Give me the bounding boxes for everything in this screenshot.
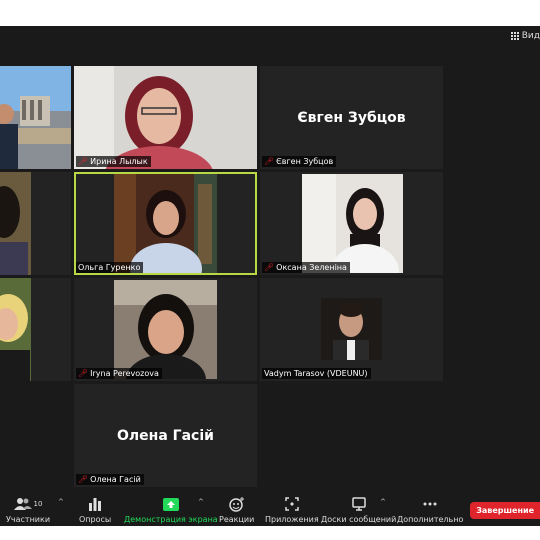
apps-label: Приложения (265, 515, 319, 524)
participant-tile-3[interactable]: Євген Зубцов 🎤︎ Євген Зубцов (260, 66, 443, 169)
participant-video (114, 174, 217, 273)
participant-video (302, 174, 403, 273)
participants-button[interactable]: 10 Участники (6, 492, 50, 524)
more-label: Дополнительно (397, 515, 464, 524)
participant-name-tag: Ольга Гуренко (76, 262, 144, 273)
apps-button[interactable]: Приложения (265, 492, 319, 524)
participant-tile-8[interactable]: 🎤︎ Iryna Perevozova (74, 278, 257, 381)
more-icon (423, 496, 437, 512)
participant-video (0, 66, 71, 169)
participant-name: Iryna Perevozova (90, 369, 159, 378)
participant-name-tag: 🎤︎ Ирина Лылык (76, 156, 151, 167)
share-screen-label: Демонстрация экрана (124, 515, 218, 524)
participant-video (0, 172, 71, 275)
muted-mic-icon: 🎤︎ (78, 474, 89, 484)
participants-label: Участники (6, 515, 51, 524)
participant-name-tag: 🎤︎ Євген Зубцов (262, 156, 337, 167)
polls-button[interactable]: Опросы (79, 492, 111, 524)
participant-video (74, 66, 257, 169)
participant-name: Vadym Tarasov (VDEUNU) (264, 369, 368, 378)
grid-view-icon (510, 32, 519, 40)
participant-tile-6[interactable]: 🎤︎ Оксана Зеленіна (260, 172, 443, 275)
muted-mic-icon: 🎤︎ (264, 156, 275, 166)
share-screen-button[interactable]: Демонстрация экрана (124, 492, 218, 524)
participants-count: 10 (33, 500, 43, 508)
participant-name-tag: Vadym Tarasov (VDEUNU) (262, 368, 371, 379)
participant-name: Ирина Лылык (90, 157, 148, 166)
participant-video (0, 278, 71, 381)
muted-mic-icon: 🎤︎ (264, 262, 275, 272)
participant-tile-10[interactable]: Олена Гасій 🎤︎ Олена Гасій (74, 384, 257, 487)
end-meeting-button[interactable]: Завершение (470, 502, 540, 519)
polls-label: Опросы (79, 515, 112, 524)
participants-icon: 10 (13, 496, 43, 512)
polls-icon (88, 496, 102, 512)
reactions-icon (228, 496, 245, 512)
participant-tile-5-active-speaker[interactable]: Ольга Гуренко (74, 172, 257, 275)
zoom-meeting-window: Вид 🎤︎ Ирина Лылык Євген Зубцов 🎤︎ Євген… (0, 26, 540, 526)
participant-tile-1[interactable] (0, 66, 71, 169)
participant-name-tag: 🎤︎ Iryna Perevozova (76, 368, 162, 379)
whiteboards-button[interactable]: Доски сообщений (321, 492, 396, 524)
reactions-label: Реакции (219, 515, 255, 524)
more-button[interactable]: Дополнительно (397, 492, 463, 524)
whiteboard-icon (351, 496, 366, 512)
whiteboards-label: Доски сообщений (321, 515, 397, 524)
participant-name-tag: 🎤︎ Оксана Зеленіна (262, 262, 350, 273)
participant-video (321, 298, 382, 360)
participant-display-name: Олена Гасій (117, 427, 214, 444)
participant-tile-7[interactable] (0, 278, 71, 381)
share-caret-icon[interactable]: ^ (198, 498, 204, 506)
participant-name: Ольга Гуренко (78, 263, 141, 272)
view-button[interactable]: Вид (510, 31, 540, 41)
participant-name: Євген Зубцов (276, 157, 334, 166)
participant-name: Олена Гасій (90, 475, 141, 484)
whiteboards-caret-icon[interactable]: ^ (380, 498, 386, 506)
reactions-button[interactable]: Реакции (219, 492, 254, 524)
muted-mic-icon: 🎤︎ (78, 368, 89, 378)
participant-display-name: Євген Зубцов (297, 109, 406, 126)
participant-tile-9[interactable]: Vadym Tarasov (VDEUNU) (260, 278, 443, 381)
apps-icon (285, 496, 299, 512)
participant-tile-2[interactable]: 🎤︎ Ирина Лылык (74, 66, 257, 169)
view-label: Вид (521, 31, 540, 41)
participant-tile-4[interactable] (0, 172, 71, 275)
participants-caret-icon[interactable]: ^ (58, 498, 64, 506)
participant-name-tag: 🎤︎ Олена Гасій (76, 474, 144, 485)
share-screen-icon (162, 496, 179, 512)
muted-mic-icon: 🎤︎ (78, 156, 89, 166)
meeting-toolbar: 10 Участники ^ Опросы Демонстрация экран… (0, 492, 540, 526)
participant-name: Оксана Зеленіна (276, 263, 347, 272)
participant-video (114, 280, 217, 379)
